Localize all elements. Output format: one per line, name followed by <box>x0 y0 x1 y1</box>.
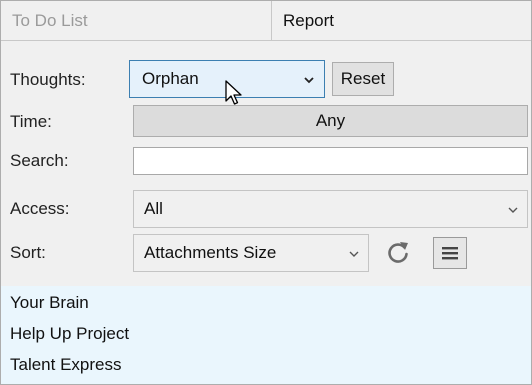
menu-button[interactable] <box>433 237 467 269</box>
access-dropdown-value: All <box>144 199 163 218</box>
results-list: Your Brain Help Up Project Talent Expres… <box>1 286 531 384</box>
report-panel: To Do List Report Thoughts: Orphan Reset… <box>0 0 532 385</box>
chevron-down-icon <box>349 251 359 257</box>
tab-to-do-list[interactable]: To Do List <box>1 1 272 41</box>
reset-button[interactable]: Reset <box>332 62 394 96</box>
search-label: Search: <box>10 151 69 170</box>
chevron-down-icon <box>304 77 314 84</box>
chevron-down-icon <box>508 207 518 213</box>
list-item[interactable]: Help Up Project <box>10 324 129 344</box>
sort-dropdown-value: Attachments Size <box>144 243 277 262</box>
mouse-cursor-icon <box>225 80 242 105</box>
sort-dropdown[interactable]: Attachments Size <box>133 234 369 272</box>
sort-label: Sort: <box>10 243 46 262</box>
access-label: Access: <box>10 199 70 218</box>
list-item[interactable]: Talent Express <box>10 355 122 375</box>
time-filter-button[interactable]: Any <box>133 105 528 137</box>
thoughts-label: Thoughts: <box>10 70 86 89</box>
access-dropdown[interactable]: All <box>133 190 528 228</box>
time-label: Time: <box>10 112 52 131</box>
search-input[interactable] <box>133 147 528 175</box>
tab-report[interactable]: Report <box>272 1 531 41</box>
list-item[interactable]: Your Brain <box>10 293 89 313</box>
menu-icon <box>442 247 458 260</box>
thoughts-dropdown-value: Orphan <box>142 69 199 88</box>
tab-report-label: Report <box>283 11 335 30</box>
tab-to-do-list-label: To Do List <box>12 11 88 30</box>
refresh-icon[interactable] <box>383 239 413 269</box>
